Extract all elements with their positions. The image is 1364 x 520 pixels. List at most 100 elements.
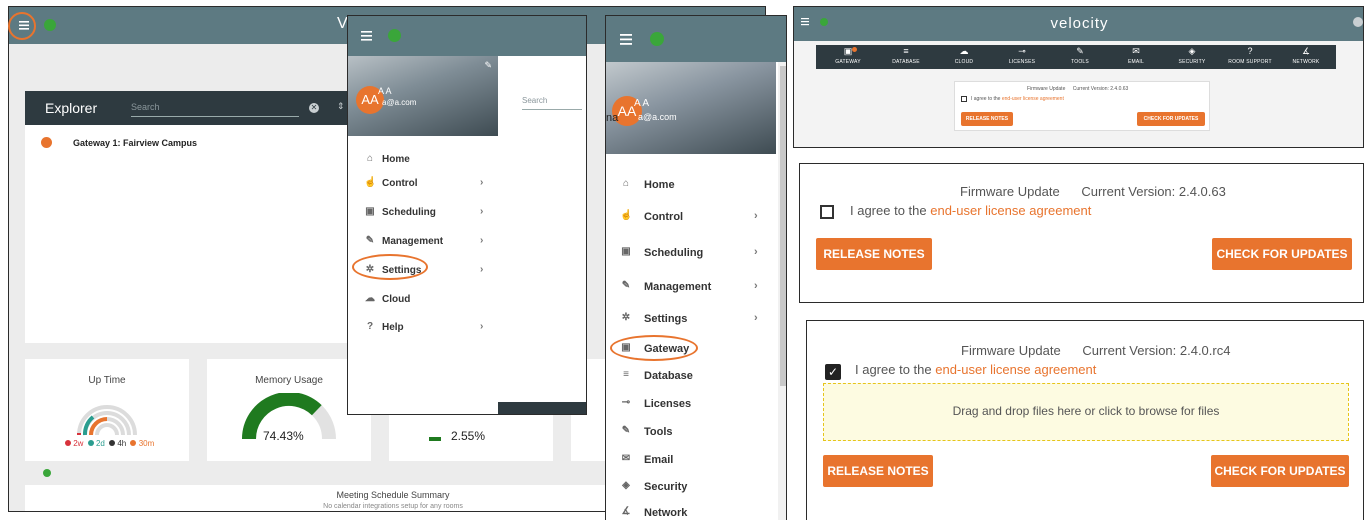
network-icon: ∡ xyxy=(621,506,631,517)
calendar-icon: ▣ xyxy=(365,206,375,217)
brand-logo: velocity xyxy=(1050,15,1109,32)
drawer-profile-banner: AA A A a@a.com xyxy=(606,62,776,154)
chevron-right-icon: › xyxy=(754,312,758,324)
uptime-arc-chart xyxy=(77,405,137,436)
menu-email[interactable]: ✉ Email xyxy=(606,447,776,473)
gateway-name: Gateway 1: Fairview Campus xyxy=(73,138,198,148)
nav-database[interactable]: ≡ DATABASE xyxy=(876,45,936,67)
eula-link[interactable]: end-user license agreement xyxy=(1002,96,1064,102)
menu-settings[interactable]: ✲ Settings › xyxy=(606,306,776,332)
check-updates-button[interactable]: CHECK FOR UPDATES xyxy=(1137,112,1205,126)
home-icon: ⌂ xyxy=(622,178,630,189)
legend-dot-2w xyxy=(65,440,71,446)
email-icon: ✉ xyxy=(1132,46,1140,56)
scrollbar[interactable] xyxy=(778,62,786,520)
scrollbar-thumb[interactable] xyxy=(780,66,786,386)
gear-icon: ✲ xyxy=(621,312,631,323)
menu-home-label: Home xyxy=(382,154,410,165)
menu-settings[interactable]: ✲ Settings › xyxy=(348,259,498,283)
menu-help[interactable]: ? Help › xyxy=(348,316,498,340)
globe-icon xyxy=(41,137,52,148)
nav-email[interactable]: ✉ EMAIL xyxy=(1106,45,1166,67)
pin-icon[interactable]: ✎ xyxy=(484,60,492,71)
background-dark-strip xyxy=(498,402,586,414)
background-search[interactable]: Search xyxy=(522,90,582,110)
menu-home[interactable]: ⌂ Home xyxy=(348,148,498,172)
uptime-title: Up Time xyxy=(88,375,126,386)
fw-title: Firmware Update Current Version: 2.4.0.6… xyxy=(1027,86,1128,92)
release-notes-button[interactable]: RELEASE NOTES xyxy=(816,238,932,270)
settings-nav-bar: ▣ GATEWAY ≡ DATABASE ☁ CLOUD ⊸ LICENSES ✎ TOO… xyxy=(816,45,1336,69)
menu-cloud[interactable]: ☁ Cloud xyxy=(348,288,498,312)
menu-database[interactable]: ≡ Database xyxy=(606,363,776,389)
gateway-icon: ▣ xyxy=(843,46,853,56)
cpu-value: 2.55% xyxy=(451,429,486,443)
agree-checkbox[interactable] xyxy=(820,205,834,219)
menu-licenses-label: Licenses xyxy=(644,398,692,410)
home-icon: ⌂ xyxy=(366,153,374,164)
menu-control[interactable]: ☝ Control › xyxy=(348,172,498,196)
menu-tools[interactable]: ✎ Tools xyxy=(606,419,776,445)
eula-link[interactable]: end-user license agreement xyxy=(935,362,1096,377)
menu-gateway-label: Gateway xyxy=(644,343,690,355)
velocity-topbar: velocity xyxy=(794,7,1363,41)
chevron-right-icon: › xyxy=(480,206,484,217)
sort-icon[interactable]: ⇕ xyxy=(337,101,345,112)
menu-security[interactable]: ◈ Security xyxy=(606,474,776,500)
file-dropzone[interactable]: Drag and drop files here or click to bro… xyxy=(823,383,1349,441)
menu-scheduling[interactable]: ▣ Scheduling › xyxy=(348,201,498,225)
eula-link[interactable]: end-user license agreement xyxy=(930,203,1091,218)
agree-text: I agree to the end-user license agreemen… xyxy=(971,96,1064,102)
drawer-topbar xyxy=(606,16,786,62)
nav-room-support[interactable]: ? ROOM SUPPORT xyxy=(1220,45,1280,67)
release-notes-button[interactable]: RELEASE NOTES xyxy=(961,112,1013,126)
menu-network[interactable]: ∡ Network xyxy=(606,500,776,520)
menu-network-label: Network xyxy=(644,507,688,519)
fw-title-text: Firmware Update xyxy=(1027,86,1066,92)
hamburger-menu-button[interactable] xyxy=(15,17,33,33)
wrench-icon: ✎ xyxy=(621,280,631,291)
clear-search-icon[interactable]: ✕ xyxy=(309,103,319,113)
check-updates-button[interactable]: CHECK FOR UPDATES xyxy=(1211,455,1349,487)
status-dot xyxy=(43,469,51,477)
nav-tools[interactable]: ✎ TOOLS xyxy=(1050,45,1110,67)
check-updates-button[interactable]: CHECK FOR UPDATES xyxy=(1212,238,1352,270)
menu-management[interactable]: ✎ Management › xyxy=(606,274,776,300)
key-icon: ⊸ xyxy=(621,397,631,408)
nav-gateway-label: GATEWAY xyxy=(835,59,861,65)
fw-header: Firmware Update Current Version: 2.4.0.6… xyxy=(960,184,1226,199)
release-notes-button[interactable]: RELEASE NOTES xyxy=(823,455,933,487)
menu-home[interactable]: ⌂ Home xyxy=(606,172,776,198)
nav-licenses-label: LICENSES xyxy=(1008,59,1036,65)
menu-cloud-label: Cloud xyxy=(382,294,411,305)
menu-control[interactable]: ☝ Control › xyxy=(606,204,776,230)
menu-gateway[interactable]: ▣ Gateway xyxy=(606,336,776,362)
nav-cloud[interactable]: ☁ CLOUD xyxy=(934,45,994,67)
agree-checkbox-checked[interactable]: ✓ xyxy=(825,364,841,380)
firmware-card-mini: Firmware Update Current Version: 2.4.0.6… xyxy=(954,81,1210,131)
chevron-right-icon: › xyxy=(480,235,484,246)
agree-prefix: I agree to the xyxy=(850,203,931,218)
menu-licenses[interactable]: ⊸ Licenses xyxy=(606,391,776,417)
nav-security[interactable]: ◈ SECURITY xyxy=(1162,45,1222,67)
legend-dot-4h xyxy=(109,440,116,446)
menu-icon[interactable] xyxy=(358,28,376,44)
explorer-search[interactable]: Search xyxy=(131,99,299,117)
profile-icon[interactable] xyxy=(1353,17,1363,27)
gateway-list-item[interactable]: Gateway 1: Fairview Campus xyxy=(25,137,365,153)
legend-dot-2d xyxy=(87,440,94,446)
menu-scheduling[interactable]: ▣ Scheduling › xyxy=(606,240,776,266)
menu-icon[interactable] xyxy=(618,31,636,47)
agree-checkbox[interactable] xyxy=(961,96,967,102)
drawer-profile-banner: ✎ AA A A a@a.com xyxy=(348,56,498,136)
nav-email-label: EMAIL xyxy=(1127,59,1144,65)
nav-gateway[interactable]: ▣ GATEWAY xyxy=(818,45,878,67)
menu-management[interactable]: ✎ Management › xyxy=(348,230,498,254)
wrench-icon: ✎ xyxy=(621,425,631,436)
nav-licenses[interactable]: ⊸ LICENSES xyxy=(992,45,1052,67)
calendar-icon: ▣ xyxy=(621,246,631,257)
nav-network[interactable]: ∡ NETWORK xyxy=(1276,45,1336,67)
nav-room-support-label: ROOM SUPPORT xyxy=(1228,59,1272,65)
menu-management-label: Management xyxy=(644,281,712,293)
fw-version-text: Current Version: 2.4.0.63 xyxy=(1081,184,1226,199)
